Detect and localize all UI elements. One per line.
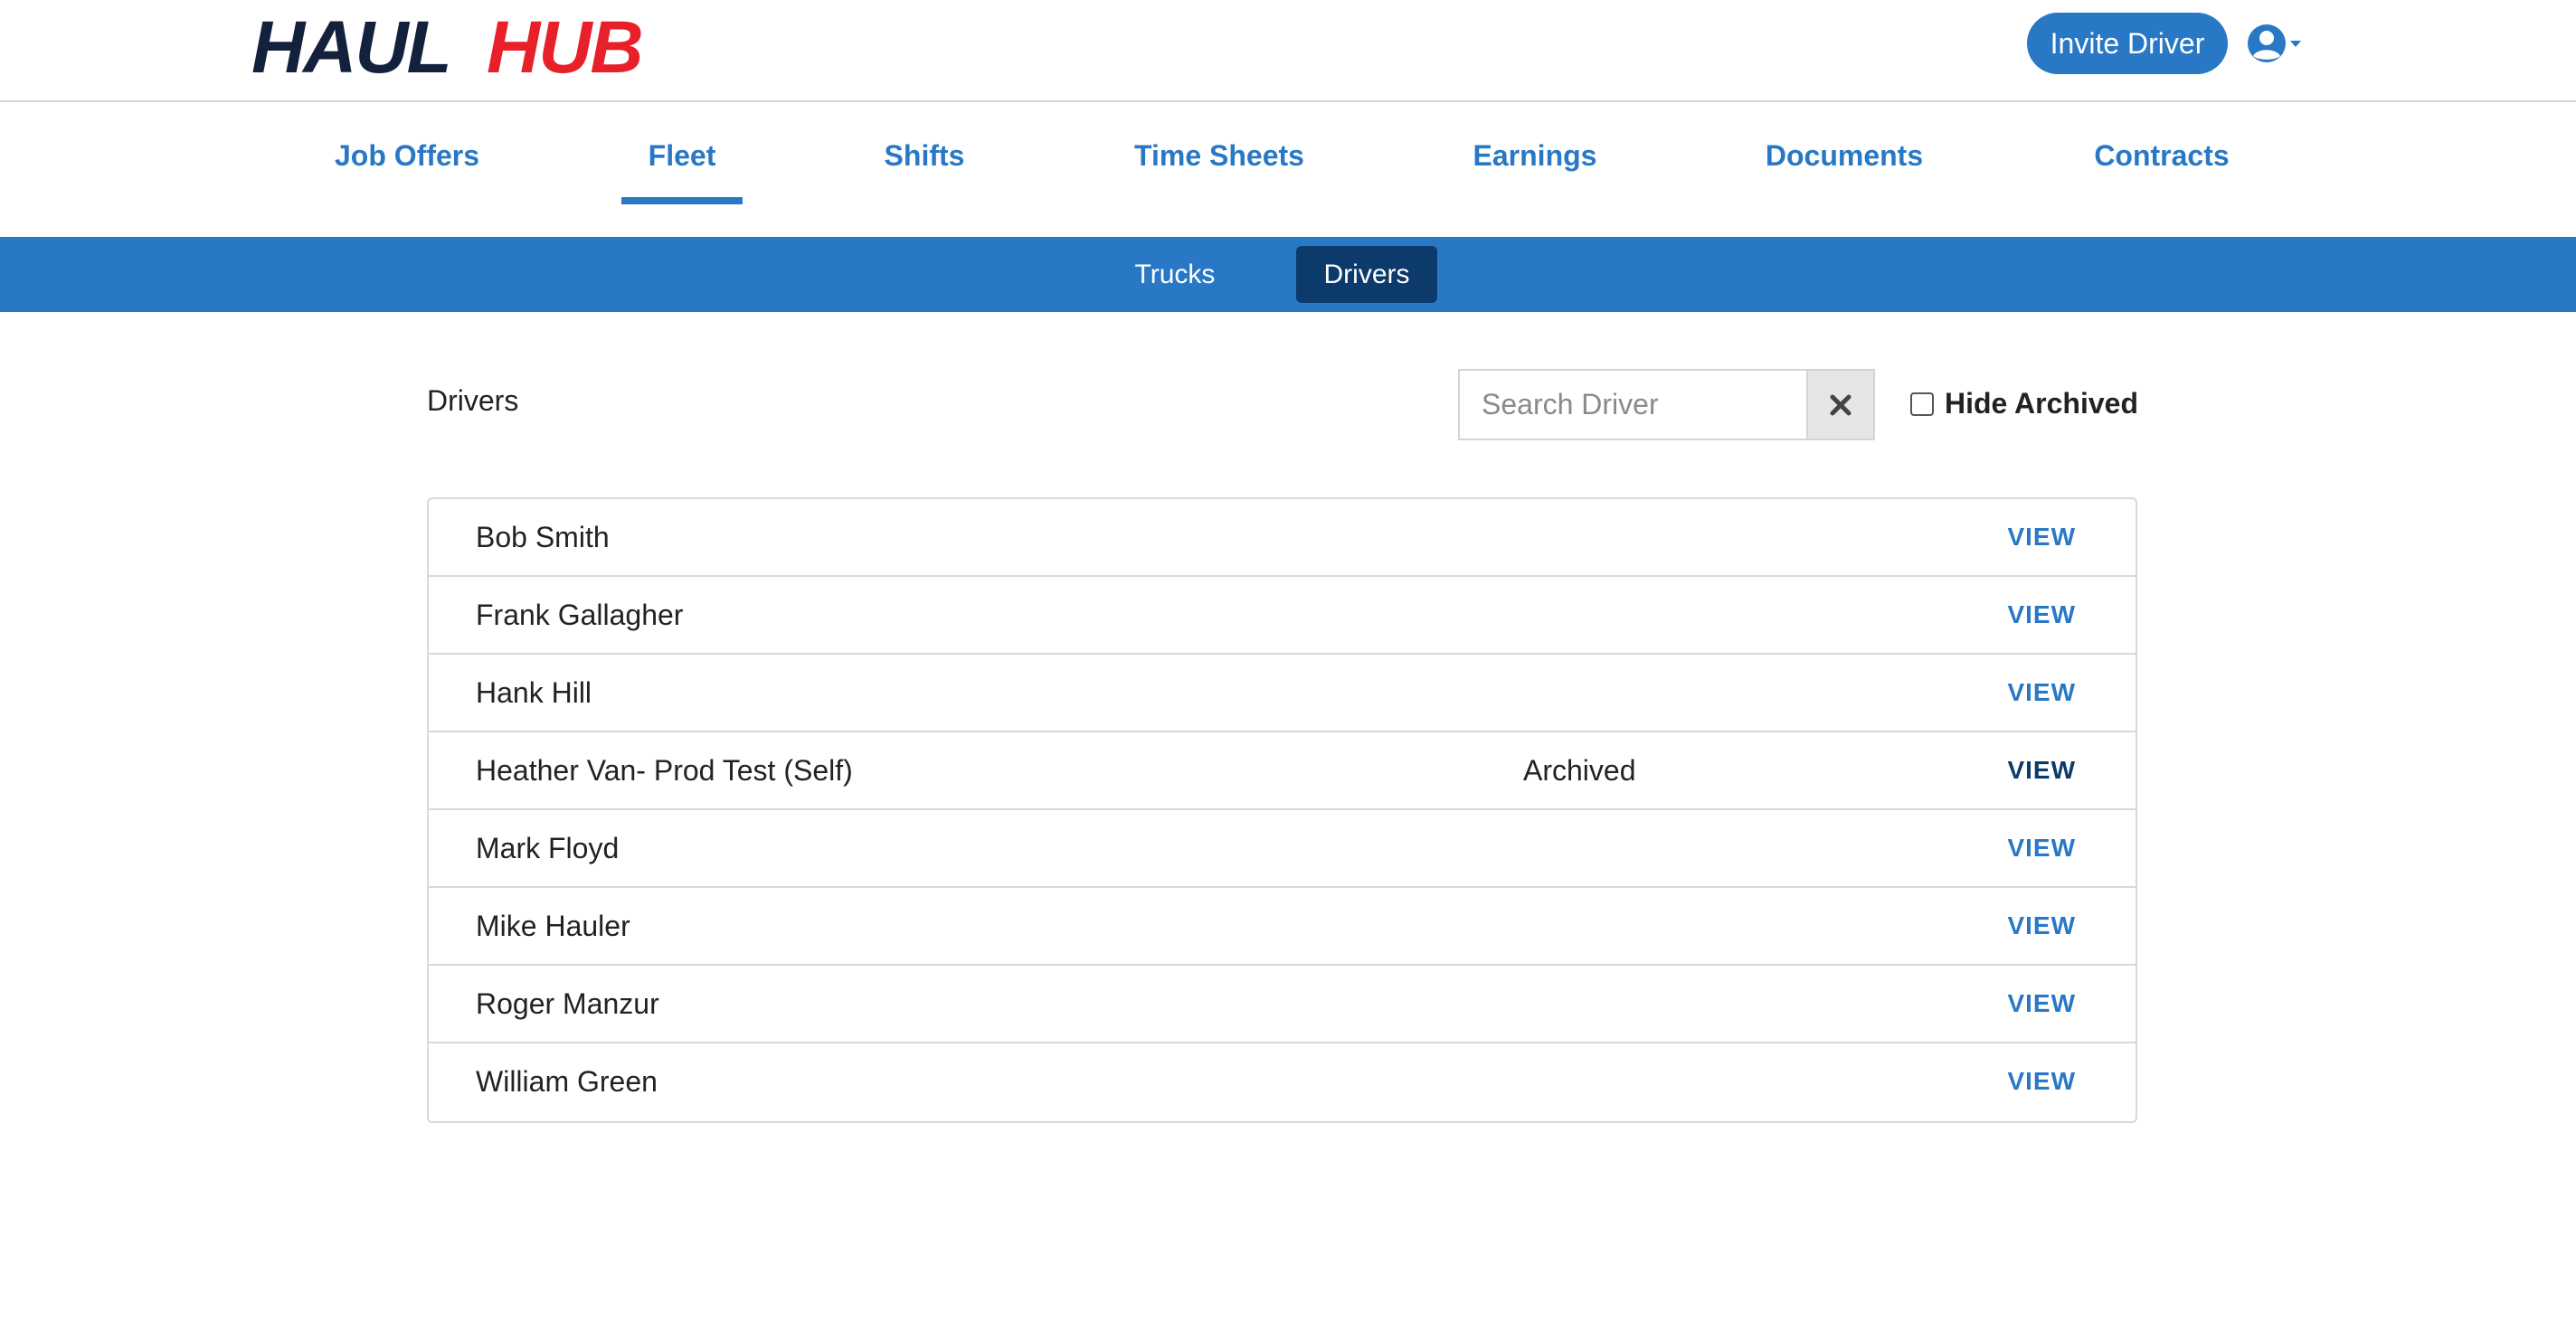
active-tab-indicator [621,197,743,204]
driver-name: Bob Smith [476,520,610,553]
top-header: HAUL HUB Invite Driver [0,0,2576,102]
subnav-trucks[interactable]: Trucks [1109,246,1241,303]
driver-name: Mike Hauler [476,909,630,942]
logo-wordmark: HAUL HUB [251,14,644,83]
times-icon [1830,394,1852,415]
table-row: Mark Floyd VIEW [429,810,2136,888]
table-row: William Green VIEW [429,1043,2136,1121]
driver-name: Heather Van- Prod Test (Self) [476,753,853,787]
driver-name: Frank Gallagher [476,598,684,631]
caret-down-icon [2290,41,2301,47]
hide-archived-checkbox[interactable] [1910,392,1934,416]
nav-earnings[interactable]: Earnings [1447,104,1623,207]
sub-nav: Trucks Drivers [0,237,2576,312]
table-row: Heather Van- Prod Test (Self) Archived V… [429,732,2136,810]
table-row: Hank Hill VIEW [429,655,2136,732]
logo-text-hub: HUB [487,14,642,83]
driver-status-archived: Archived [1523,753,1636,787]
invite-driver-button[interactable]: Invite Driver [2027,13,2228,74]
nav-shifts[interactable]: Shifts [850,104,999,207]
clear-search-button[interactable] [1806,369,1875,440]
driver-name: Hank Hill [476,675,592,709]
view-driver-link[interactable]: VIEW [2007,888,2076,964]
view-driver-link[interactable]: VIEW [2007,655,2076,731]
driver-name: William Green [476,1064,658,1098]
page-title: Drivers [427,384,519,417]
main-nav: Job Offers Fleet Shifts Time Sheets Earn… [0,104,2576,237]
subnav-drivers[interactable]: Drivers [1296,246,1437,303]
view-driver-link[interactable]: VIEW [2007,577,2076,653]
logo-text-haul: HAUL [251,14,450,83]
nav-job-offers[interactable]: Job Offers [308,104,507,207]
user-menu[interactable] [2245,20,2305,67]
table-row: Roger Manzur VIEW [429,966,2136,1043]
view-driver-link[interactable]: VIEW [2007,499,2076,575]
hide-archived-label: Hide Archived [1945,387,2138,420]
view-driver-link[interactable]: VIEW [2007,1043,2076,1119]
view-driver-link[interactable]: VIEW [2007,966,2076,1042]
search-driver-input[interactable] [1458,369,1807,440]
view-driver-link[interactable]: VIEW [2007,732,2076,808]
table-row: Mike Hauler VIEW [429,888,2136,966]
nav-documents[interactable]: Documents [1749,104,1939,207]
driver-name: Roger Manzur [476,986,659,1020]
nav-fleet[interactable]: Fleet [621,104,743,207]
nav-contracts[interactable]: Contracts [2075,104,2249,207]
table-row: Frank Gallagher VIEW [429,577,2136,655]
view-driver-link[interactable]: VIEW [2007,810,2076,886]
driver-name: Mark Floyd [476,831,620,864]
nav-time-sheets[interactable]: Time Sheets [1113,104,1326,207]
hide-archived-toggle[interactable]: Hide Archived [1910,387,2138,420]
table-row: Bob Smith VIEW [429,499,2136,577]
haulhub-logo[interactable]: HAUL HUB [250,14,702,83]
drivers-list: Bob Smith VIEW Frank Gallagher VIEW Hank… [427,497,2137,1123]
user-circle-icon [2248,24,2301,62]
